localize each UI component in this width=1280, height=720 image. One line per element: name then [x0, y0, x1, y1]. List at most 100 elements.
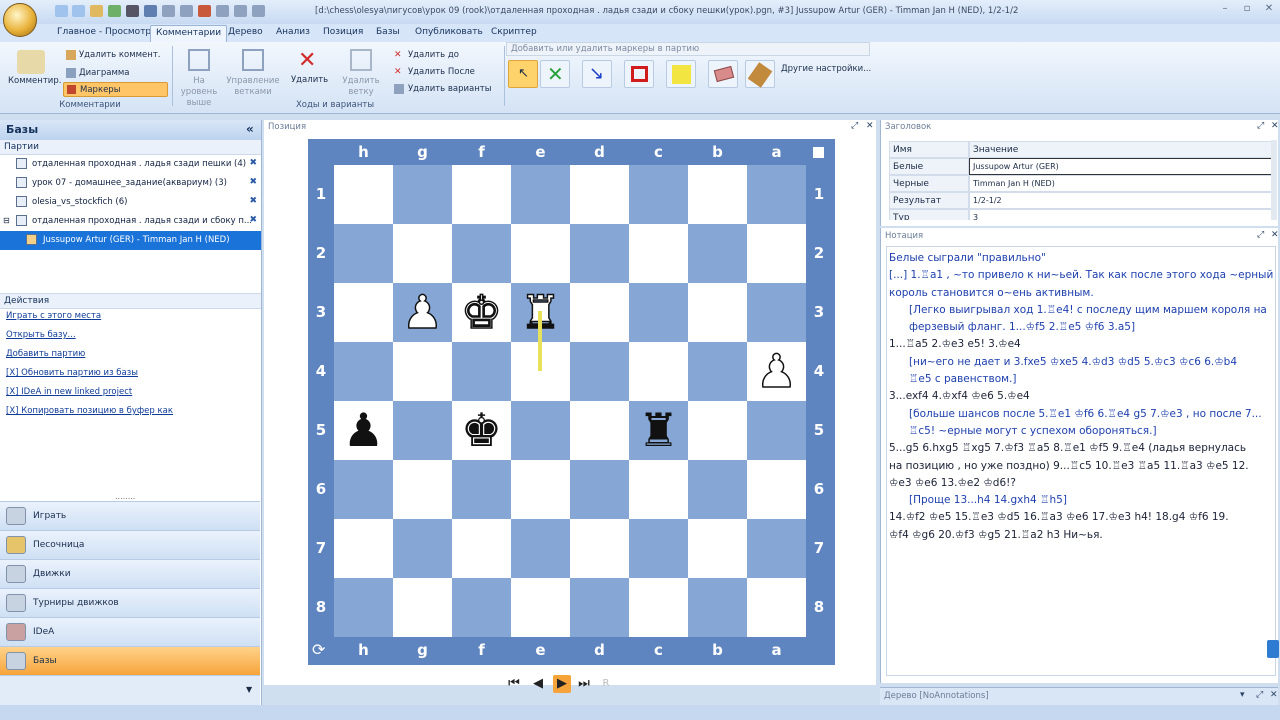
- forward-icon[interactable]: [72, 5, 85, 17]
- square-d6[interactable]: [570, 460, 629, 519]
- green-x-tool[interactable]: ✕: [540, 60, 570, 88]
- print-icon[interactable]: [234, 5, 247, 17]
- game-item[interactable]: отдаленная проходная . ладья сзади пешки…: [0, 155, 261, 174]
- square-e8[interactable]: [511, 578, 570, 637]
- nav-bases[interactable]: Базы: [0, 646, 260, 675]
- square-b8[interactable]: [688, 578, 747, 637]
- notation-line[interactable]: ферзевый фланг. 1...♔f5 2.♖e5 ♔f6 3.a5]: [889, 319, 1274, 336]
- tab-tree[interactable]: Дерево: [228, 27, 263, 37]
- square-tool[interactable]: [624, 60, 654, 88]
- tab-publish[interactable]: Опубликовать: [415, 27, 483, 37]
- arrow-tool[interactable]: ↘: [582, 60, 612, 88]
- header-scrollbar[interactable]: [1271, 140, 1277, 220]
- square-d3[interactable]: [570, 283, 629, 342]
- notation-line[interactable]: ♖c5! ~ерные могут с успехом обороняться.…: [889, 423, 1274, 440]
- piece-c5[interactable]: ♜: [629, 401, 688, 460]
- notation-line[interactable]: 5...g5 6.hxg5 ♖xg5 7.♔f3 ♖a5 8.♖e1 ♔f5 9…: [889, 440, 1274, 457]
- square-g2[interactable]: [393, 224, 452, 283]
- eraser-tool[interactable]: [708, 60, 738, 88]
- piece-a4[interactable]: ♟: [747, 342, 806, 401]
- notation-line[interactable]: ♔e3 ♔e6 13.♔e2 ♔d6!?: [889, 475, 1274, 492]
- close-panel-icon[interactable]: ✕: [1271, 121, 1279, 131]
- close-game-icon[interactable]: ✖: [249, 215, 257, 225]
- nav-engines[interactable]: Движки: [0, 559, 260, 588]
- square-a3[interactable]: [747, 283, 806, 342]
- action-open-base[interactable]: Открыть базу...: [0, 328, 261, 347]
- close-icon[interactable]: ✕: [1262, 3, 1276, 15]
- header-row-round[interactable]: Тур 3: [889, 209, 1274, 220]
- nav-play[interactable]: Играть: [0, 501, 260, 530]
- header-row-white[interactable]: Белые Jussupow Artur (GER): [889, 158, 1274, 175]
- square-h7[interactable]: [334, 519, 393, 578]
- piece-f5[interactable]: ♚: [452, 401, 511, 460]
- square-b6[interactable]: [688, 460, 747, 519]
- comment-button[interactable]: Комментир.: [8, 76, 61, 86]
- tab-position[interactable]: Позиция: [323, 27, 363, 37]
- notation-line[interactable]: [...] 1.♖a1 , ~то привело к ни~ьей. Так …: [889, 267, 1274, 284]
- tab-scripter[interactable]: Скриптер: [491, 27, 537, 37]
- close-game-icon[interactable]: ✖: [249, 158, 257, 168]
- edit-icon[interactable]: [198, 5, 211, 17]
- square-a5[interactable]: [747, 401, 806, 460]
- square-c4[interactable]: [629, 342, 688, 401]
- square-d1[interactable]: [570, 165, 629, 224]
- action-add-game[interactable]: Добавить партию: [0, 347, 261, 366]
- tab-analysis[interactable]: Анализ: [276, 27, 310, 37]
- action-update-game[interactable]: [X] Обновить партию из базы: [0, 366, 261, 385]
- paste-icon[interactable]: [180, 5, 193, 17]
- piece-g3[interactable]: ♟: [393, 283, 452, 342]
- square-f1[interactable]: [452, 165, 511, 224]
- delete-branch-button[interactable]: Удалить ветку: [340, 76, 382, 98]
- square-a2[interactable]: [747, 224, 806, 283]
- square-h4[interactable]: [334, 342, 393, 401]
- square-b7[interactable]: [688, 519, 747, 578]
- other-settings-button[interactable]: Другие настройки...: [781, 64, 871, 74]
- square-f7[interactable]: [452, 519, 511, 578]
- header-row-result[interactable]: Результат 1/2-1/2: [889, 192, 1274, 209]
- square-h1[interactable]: [334, 165, 393, 224]
- game-item[interactable]: ⊟ отдаленная проходная . ладья сзади и сб…: [0, 212, 261, 231]
- square-d8[interactable]: [570, 578, 629, 637]
- square-d5[interactable]: [570, 401, 629, 460]
- broom-tool[interactable]: [745, 60, 775, 88]
- header-value-input[interactable]: Jussupow Artur (GER): [969, 158, 1274, 175]
- notation-text[interactable]: Белые сыграли "правильно" [...] 1.♖a1 , ~…: [889, 250, 1274, 544]
- square-d7[interactable]: [570, 519, 629, 578]
- square-h8[interactable]: [334, 578, 393, 637]
- notation-line[interactable]: на позицию , но уже поздно) 9...♖c5 10.♖…: [889, 458, 1274, 475]
- notation-line[interactable]: [больше шансов после 5.♖e1 ♔f6 6.♖e4 g5 …: [889, 406, 1274, 423]
- square-a7[interactable]: [747, 519, 806, 578]
- square-f4[interactable]: [452, 342, 511, 401]
- notation-line[interactable]: 14.♔f2 ♔e5 15.♖e3 ♔d5 16.♖a3 ♔e6 17.♔e3 …: [889, 509, 1274, 526]
- notation-line[interactable]: [Легко выигрывал ход 1.♖e4! с последу щи…: [889, 302, 1274, 319]
- square-c8[interactable]: [629, 578, 688, 637]
- game-item[interactable]: olesia_vs_stockfich (6) ✖: [0, 193, 261, 212]
- square-b2[interactable]: [688, 224, 747, 283]
- close-panel-icon[interactable]: ✕: [1270, 690, 1278, 700]
- app-logo-icon[interactable]: [3, 3, 37, 37]
- back-icon[interactable]: [55, 5, 68, 17]
- notation-line[interactable]: ♖e5 с равенством.]: [889, 371, 1274, 388]
- square-g1[interactable]: [393, 165, 452, 224]
- square-b5[interactable]: [688, 401, 747, 460]
- manage-branches-button[interactable]: Управление ветками: [226, 76, 280, 98]
- action-copy-position[interactable]: [X] Копировать позицию в буфер как: [0, 404, 261, 423]
- square-g8[interactable]: [393, 578, 452, 637]
- maximize-icon[interactable]: ▫: [1240, 3, 1254, 15]
- markers-button[interactable]: Маркеры: [63, 82, 168, 97]
- chevron-down-icon[interactable]: ▼: [246, 685, 252, 694]
- close-game-icon[interactable]: ✖: [249, 177, 257, 187]
- delete-variations-button[interactable]: Удалить варианты: [408, 84, 491, 94]
- square-e5[interactable]: [511, 401, 570, 460]
- close-game-icon[interactable]: ✖: [249, 196, 257, 206]
- notation-line[interactable]: [ни~его не дает и 3.fxe5 ♔xe5 4.♔d3 ♔d5 …: [889, 354, 1274, 371]
- delete-button[interactable]: Удалить: [291, 75, 328, 85]
- replay-icon[interactable]: R: [597, 675, 615, 693]
- save-icon[interactable]: [144, 5, 157, 17]
- nav-more[interactable]: ▼: [0, 675, 260, 705]
- square-b4[interactable]: [688, 342, 747, 401]
- splitter-handle[interactable]: ........: [115, 492, 135, 501]
- square-g6[interactable]: [393, 460, 452, 519]
- pin-icon[interactable]: ⤢: [1257, 230, 1264, 240]
- chevron-down-icon[interactable]: ▾: [1240, 690, 1245, 700]
